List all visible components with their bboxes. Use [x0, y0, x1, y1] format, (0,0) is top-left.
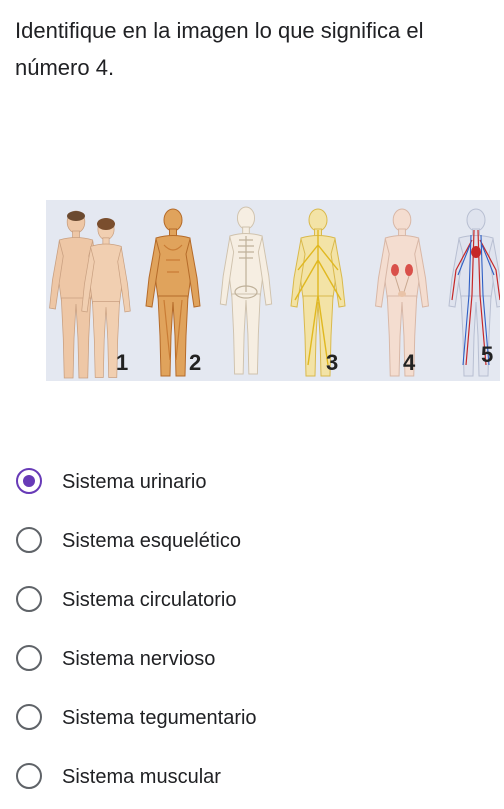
radio-unselected-icon[interactable]: [16, 645, 42, 671]
figure-label-1: 1: [116, 350, 128, 375]
option-label: Sistema urinario: [62, 471, 207, 493]
question-line-2: número 4.: [15, 55, 115, 80]
figure-skeletal: [219, 206, 273, 375]
question-line-1: Identifique en la imagen lo que signific…: [15, 18, 424, 43]
figure-label-3: 3: [326, 350, 338, 375]
option-sistema-circulatorio[interactable]: Sistema circulatorio: [0, 573, 504, 625]
figure-label-4: 4: [403, 350, 416, 375]
radio-selected-icon[interactable]: [16, 468, 42, 494]
figure-label-2: 2: [189, 350, 201, 375]
option-label: Sistema esquelético: [62, 530, 241, 552]
figure-label-5: 5: [481, 342, 493, 367]
body-systems-illustration: 1 2 3 4 5: [49, 206, 500, 379]
option-sistema-esqueletico[interactable]: Sistema esquelético: [0, 514, 504, 566]
option-label: Sistema muscular: [62, 766, 221, 788]
option-sistema-urinario[interactable]: Sistema urinario: [0, 455, 504, 507]
option-label: Sistema tegumentario: [62, 707, 257, 729]
figure-urinary: [375, 208, 429, 377]
option-sistema-muscular[interactable]: Sistema muscular: [0, 750, 504, 802]
option-label: Sistema circulatorio: [62, 589, 237, 611]
radio-unselected-icon[interactable]: [16, 527, 42, 553]
radio-unselected-icon[interactable]: [16, 586, 42, 612]
option-sistema-tegumentario[interactable]: Sistema tegumentario: [0, 691, 504, 743]
option-label: Sistema nervioso: [62, 648, 216, 670]
option-sistema-nervioso[interactable]: Sistema nervioso: [0, 632, 504, 684]
body-systems-image: 1 2 3 4 5: [46, 200, 500, 381]
radio-unselected-icon[interactable]: [16, 763, 42, 789]
question-text: Identifique en la imagen lo que signific…: [15, 12, 485, 86]
radio-unselected-icon[interactable]: [16, 704, 42, 730]
